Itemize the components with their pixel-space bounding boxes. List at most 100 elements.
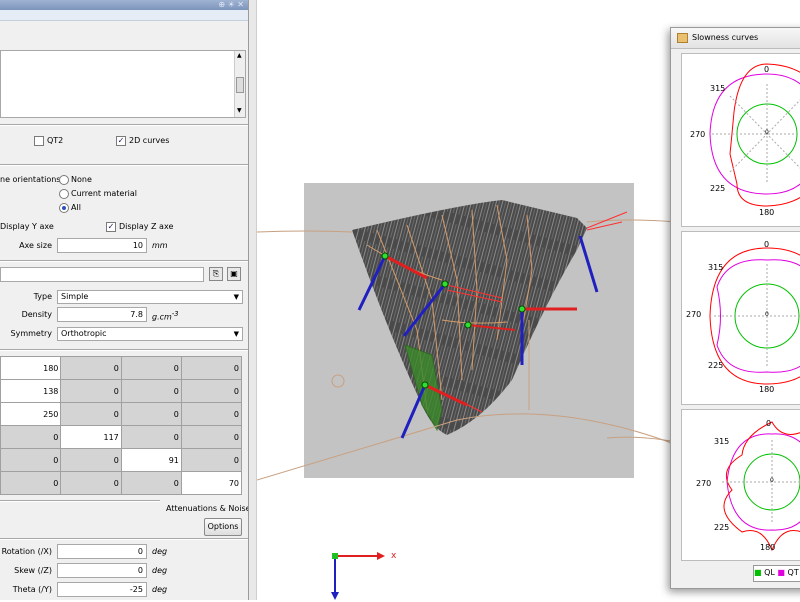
qt-legend-label: QT [787, 568, 799, 577]
symmetry-select[interactable]: Orthotropic ▼ [57, 327, 243, 341]
plot-2-label-nw: 315 [708, 263, 724, 272]
matrix-cell: 0 [60, 379, 122, 403]
open-icon[interactable]: ⎘ [209, 267, 223, 281]
separator [0, 260, 248, 262]
axe-size-input[interactable]: 10 [57, 238, 147, 253]
panel-window-buttons[interactable]: ⊕ ☀ ✕ [218, 0, 244, 9]
plot-1-label-sw: 225 [710, 184, 726, 193]
matrix-cell[interactable]: 70 [180, 471, 243, 495]
matrix-cell: 0 [60, 448, 122, 472]
axe-size-unit: mm [152, 241, 168, 250]
window-title: Slowness curves [692, 33, 759, 42]
matrix-row: 0 0 0 70 [0, 471, 243, 495]
orientation-current-radio[interactable] [59, 189, 69, 199]
curves-legend: ■ QL ■ QT [753, 565, 800, 582]
matrix-cell: 0 [180, 356, 243, 380]
orientation-all-label: All [71, 203, 81, 212]
separator [0, 349, 248, 351]
matrix-cell[interactable]: 138 [0, 379, 62, 403]
density-unit: g.cm-3 [152, 310, 179, 322]
plot-3-label-nw: 315 [714, 437, 730, 446]
display-y-label: Display Y axe [0, 222, 54, 231]
plot-3-label-top: 0 [766, 419, 772, 428]
matrix-row: 138 0 0 0 [0, 379, 243, 403]
orientation-all-radio[interactable] [59, 203, 69, 213]
rotation-label: Rotation (/X) [1, 547, 52, 556]
2d-curves-label: 2D curves [129, 136, 170, 145]
save-icon[interactable]: ▣ [227, 267, 241, 281]
scroll-thumb[interactable] [236, 77, 244, 93]
display-z-checkbox[interactable]: ✓ [106, 222, 116, 232]
rotation-unit: deg [152, 547, 168, 556]
separator [0, 538, 248, 540]
display-z-label: Display Z axe [119, 222, 174, 231]
ql-legend-icon: ■ [754, 568, 762, 577]
skew-label: Skew (/Z) [14, 566, 52, 575]
matrix-cell: 0 [180, 379, 243, 403]
plot-3-label-center: 0 [770, 477, 774, 484]
plot-1-label-nw: 315 [710, 84, 726, 93]
orientation-current-label: Current material [71, 189, 137, 198]
matrix-cell: 0 [120, 402, 182, 426]
density-input[interactable]: 7.8 [57, 307, 147, 322]
matrix-cell: 0 [120, 379, 182, 403]
material-name-input[interactable] [0, 267, 204, 282]
matrix-cell: 0 [60, 471, 122, 495]
matrix-cell: 0 [120, 471, 182, 495]
qt-legend-icon: ■ [777, 568, 785, 577]
symmetry-select-value: Orthotropic [61, 329, 107, 338]
separator [0, 500, 160, 502]
slowness-plot-3: 0 315 270 225 180 0 [681, 409, 800, 561]
matrix-cell: 0 [0, 471, 62, 495]
scroll-up-icon[interactable]: ▲ [237, 52, 242, 59]
matrix-cell[interactable]: 117 [60, 425, 122, 449]
plot-1-label-center: 0 [765, 129, 769, 136]
plot-1-svg [709, 63, 800, 207]
plot-2-label-bottom: 180 [759, 385, 775, 394]
chevron-down-icon: ▼ [233, 330, 239, 338]
matrix-cell[interactable]: 250 [0, 402, 62, 426]
plot-2-label-sw: 225 [708, 361, 724, 370]
panel-splitter[interactable] [249, 0, 257, 600]
slowness-curves-window[interactable]: Slowness curves 0 315 270 225 180 0 0 31… [670, 27, 800, 589]
matrix-cell[interactable]: 91 [120, 448, 182, 472]
axis-x-label: x [391, 551, 397, 561]
slowness-plot-2: 0 315 270 225 180 0 [681, 231, 800, 405]
plot-1-label-top: 0 [764, 65, 770, 74]
separator [0, 164, 248, 166]
stiffness-matrix: 180 0 0 0 138 0 0 0 250 0 0 0 0 117 0 0 0 0 91 0 0 0 0 70 [0, 356, 243, 495]
axis-gizmo [331, 552, 385, 600]
plot-2-label-top: 0 [764, 240, 770, 249]
matrix-row: 0 117 0 0 [0, 425, 243, 449]
type-select[interactable]: Simple ▼ [57, 290, 243, 304]
matrix-cell: 0 [60, 402, 122, 426]
attenuations-label: Attenuations & Noise [166, 504, 249, 513]
description-textarea[interactable]: ▲ ▼ [0, 50, 246, 118]
material-panel: ⊕ ☀ ✕ ▲ ▼ QT2 ✓ 2D curves ne orientation… [0, 0, 249, 600]
theta-input[interactable]: -25 [57, 582, 147, 597]
panel-subbar [0, 10, 248, 21]
options-button[interactable]: Options [204, 518, 242, 536]
window-titlebar[interactable]: Slowness curves [671, 28, 800, 49]
matrix-cell[interactable]: 180 [0, 356, 62, 380]
qt2-checkbox[interactable] [34, 136, 44, 146]
chevron-down-icon: ▼ [233, 293, 239, 301]
matrix-cell: 0 [180, 448, 243, 472]
type-select-value: Simple [61, 292, 89, 301]
matrix-row: 180 0 0 0 [0, 356, 243, 380]
matrix-cell: 0 [180, 425, 243, 449]
textarea-scrollbar[interactable]: ▲ ▼ [234, 51, 245, 117]
panel-titlebar: ⊕ ☀ ✕ [0, 0, 248, 10]
plot-2-label-center: 0 [765, 311, 769, 318]
orientation-none-radio[interactable] [59, 175, 69, 185]
qt2-label: QT2 [47, 136, 64, 145]
2d-curves-checkbox[interactable]: ✓ [116, 136, 126, 146]
skew-unit: deg [152, 566, 168, 575]
scroll-down-icon[interactable]: ▼ [237, 107, 242, 114]
rotation-input[interactable]: 0 [57, 544, 147, 559]
symmetry-label: Symmetry [10, 329, 52, 338]
plot-1-label-w: 270 [690, 130, 706, 139]
skew-input[interactable]: 0 [57, 563, 147, 578]
matrix-cell: 0 [60, 356, 122, 380]
orientation-none-label: None [71, 175, 92, 184]
